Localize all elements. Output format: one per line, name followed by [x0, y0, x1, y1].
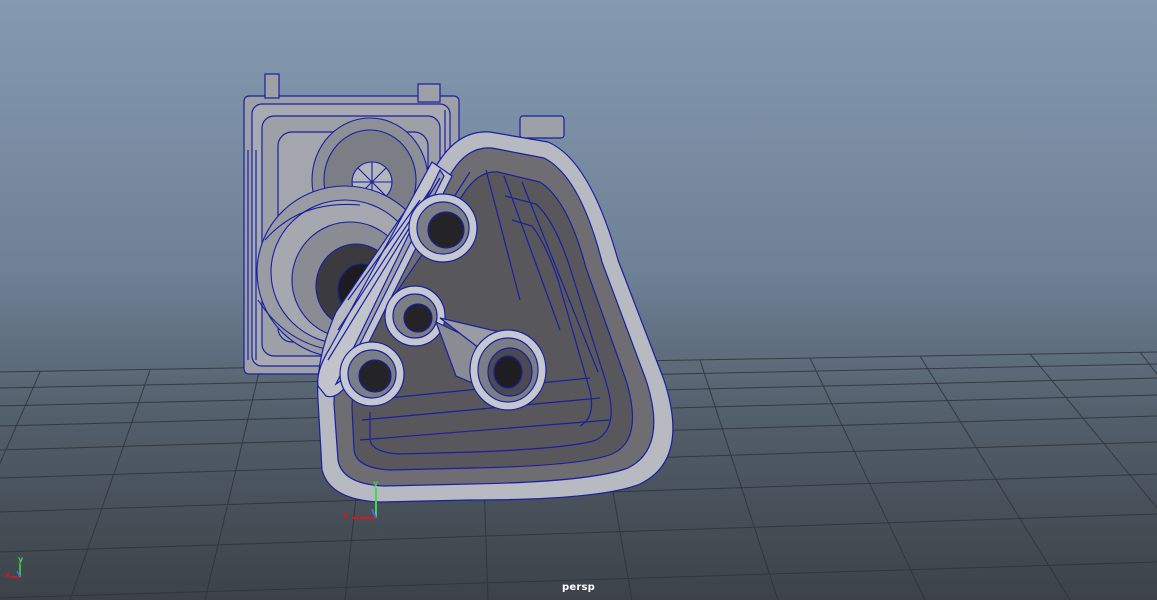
gizmo-y-label: y: [18, 555, 24, 564]
axis-gizmo-icon: x y: [5, 555, 24, 579]
maya-perspective-viewport[interactable]: x y x y persp: [0, 0, 1157, 600]
camera-label: persp: [562, 582, 595, 593]
origin-x-label: x: [343, 511, 349, 520]
viewport-scene[interactable]: x y x y: [0, 0, 1157, 600]
origin-y-label: y: [373, 479, 379, 488]
gizmo-x-label: x: [5, 570, 11, 579]
